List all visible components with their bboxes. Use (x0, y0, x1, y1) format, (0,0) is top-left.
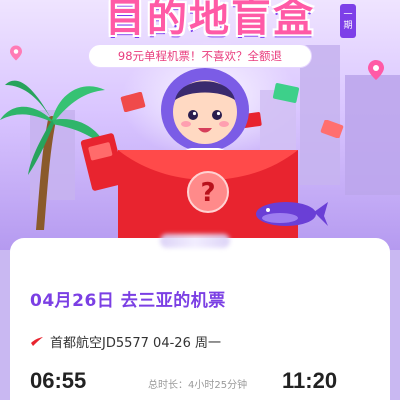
whale-plane-icon (256, 202, 328, 226)
airline-info: 首都航空JD5577 04-26 周一 (50, 335, 221, 351)
airline-row: 首都航空JD5577 04-26 周一 (30, 332, 221, 351)
city-building (345, 75, 400, 195)
blurred-chip (160, 234, 230, 248)
ticket-icon (272, 83, 300, 103)
trip-title: 04月26日 去三亚的机票 (30, 291, 226, 311)
departure-time: 06:55 (30, 368, 87, 393)
promo-banner: 目的地盲盒 一期 98元单程机票！不喜欢？全额退 ? (0, 0, 400, 250)
location-marker-icon (10, 45, 22, 61)
flight-duration: 总时长：4小时25分钟 (148, 380, 248, 391)
banner-title-wrap: 目的地盲盒 (60, 0, 360, 42)
banner-title: 目的地盲盒 (105, 0, 315, 41)
location-marker-icon (368, 60, 384, 80)
red-envelope-icon (120, 92, 146, 112)
arrival-time: 11:20 (282, 368, 338, 393)
red-envelope-icon (320, 120, 344, 138)
issue-tag: 一期 (340, 4, 356, 38)
question-mark-icon: ? (200, 178, 215, 208)
airline-logo-icon (31, 337, 43, 346)
